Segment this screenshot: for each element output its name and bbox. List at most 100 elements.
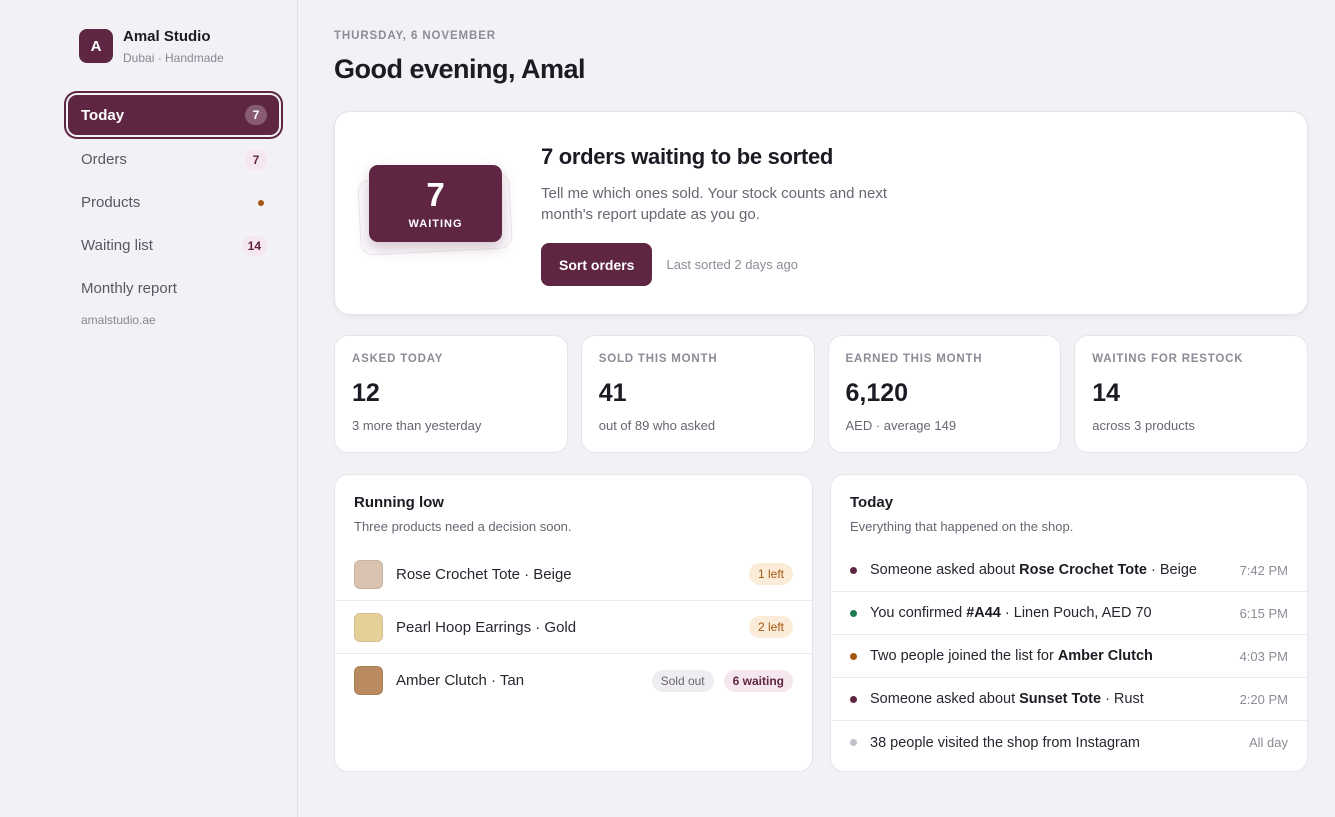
stat-card-earned-this-month: EARNED THIS MONTH 6,120 AED · average 14… xyxy=(827,335,1062,453)
activity-text-pre: Two people joined the list for xyxy=(870,648,1058,664)
waiting-count: 7 xyxy=(426,175,445,213)
page-title: Good evening, Amal xyxy=(334,54,586,84)
product-swatch xyxy=(354,559,383,589)
sidebar: A Amal Studio Dubai · Handmade Today 7 O… xyxy=(0,0,298,817)
activity-time: 4:03 PM xyxy=(1239,648,1288,664)
sidebar-count-badge: 7 xyxy=(245,105,267,125)
activity-item[interactable]: Two people joined the list for Amber Clu… xyxy=(831,635,1307,678)
orders-waiting-card: 7 WAITING 7 orders waiting to be sorted … xyxy=(334,111,1308,315)
activity-text: You confirmed #A44 · Linen Pouch, AED 70 xyxy=(870,605,1232,621)
stat-note: 3 more than yesterday xyxy=(352,418,482,433)
date-label: THURSDAY, 6 NOVEMBER xyxy=(334,30,496,42)
activity-time: All day xyxy=(1248,735,1288,750)
last-sorted-text: Last sorted 2 days ago xyxy=(666,257,798,272)
list-item[interactable]: Rose Crochet Tote · Beige 1 left xyxy=(335,548,812,601)
activity-time: 2:20 PM xyxy=(1239,691,1288,707)
attention-dot-icon xyxy=(258,199,264,206)
sidebar-item-waiting-list[interactable]: Waiting list 14 xyxy=(68,224,279,267)
stat-card-waiting-for-restock: WAITING FOR RESTOCK 14 across 3 products xyxy=(1074,335,1308,453)
activity-dot-icon xyxy=(850,739,857,746)
waiting-stack: 7 WAITING xyxy=(357,164,513,260)
activity-text-pre: 38 people visited the shop from Instagra… xyxy=(870,734,1141,751)
activity-text-post: · Rust xyxy=(1101,691,1144,707)
panel-subtitle: Everything that happened on the shop. xyxy=(850,519,1074,534)
activity-item[interactable]: Someone asked about Rose Crochet Tote · … xyxy=(831,549,1307,592)
activity-item[interactable]: 38 people visited the shop from Instagra… xyxy=(831,721,1307,764)
product-swatch xyxy=(354,666,383,695)
stat-label: WAITING FOR RESTOCK xyxy=(1092,353,1244,365)
hero-description: Tell me which ones sold. Your stock coun… xyxy=(541,185,888,223)
stat-label: EARNED THIS MONTH xyxy=(845,353,983,365)
activity-text-highlight: Amber Clutch xyxy=(1057,648,1153,664)
running-low-list: Rose Crochet Tote · Beige 1 left Pearl H… xyxy=(335,548,812,707)
brand-avatar: A xyxy=(79,29,113,63)
sidebar-item-label: Waiting list xyxy=(81,237,153,254)
activity-time: 6:15 PM xyxy=(1239,605,1288,621)
list-item[interactable]: Pearl Hoop Earrings · Gold 2 left xyxy=(335,601,812,654)
product-name: Pearl Hoop Earrings · Gold xyxy=(396,618,577,636)
panel-title: Running low xyxy=(354,494,444,511)
stat-value: 14 xyxy=(1092,379,1121,407)
waiting-label: WAITING xyxy=(408,217,463,230)
stat-card-asked-today: ASKED TODAY 12 3 more than yesterday xyxy=(334,335,568,453)
activity-text: 38 people visited the shop from Instagra… xyxy=(870,735,1241,751)
panels-row: Running low Three products need a decisi… xyxy=(334,474,1308,772)
panel-title: Today xyxy=(850,494,894,511)
brand: A Amal Studio Dubai · Handmade xyxy=(79,28,279,65)
activity-text: Someone asked about Sunset Tote · Rust xyxy=(870,691,1232,707)
product-name: Rose Crochet Tote · Beige xyxy=(396,565,572,583)
stats-row: ASKED TODAY 12 3 more than yesterday SOL… xyxy=(334,335,1308,453)
sold-out-badge: Sold out xyxy=(651,669,714,692)
activity-text-pre: You confirmed xyxy=(870,605,967,621)
activity-time: 7:42 PM xyxy=(1239,562,1288,578)
brand-subtitle: Dubai · Handmade xyxy=(123,51,224,65)
sidebar-count-badge: 14 xyxy=(241,235,267,256)
brand-name: Amal Studio xyxy=(123,28,211,45)
hero-title: 7 orders waiting to be sorted xyxy=(541,144,834,169)
waiting-count-badge: 6 waiting xyxy=(723,669,793,692)
sidebar-item-products[interactable]: Products xyxy=(68,181,279,224)
activity-text-pre: Someone asked about xyxy=(870,691,1020,707)
stock-left-badge: 2 left xyxy=(748,616,793,638)
activity-list: Someone asked about Rose Crochet Tote · … xyxy=(831,549,1307,764)
activity-text-post: · Linen Pouch, AED 70 xyxy=(1000,605,1152,621)
activity-dot-icon xyxy=(850,566,857,574)
stat-card-sold-this-month: SOLD THIS MONTH 41 out of 89 who asked xyxy=(580,335,815,453)
activity-text-pre: Someone asked about xyxy=(870,562,1020,578)
sidebar-item-orders[interactable]: Orders 7 xyxy=(68,138,279,181)
activity-text-post: · Beige xyxy=(1146,562,1197,578)
sidebar-item-label: Orders xyxy=(81,151,127,168)
activity-dot-icon xyxy=(850,695,857,703)
stat-value: 6,120 xyxy=(845,379,909,407)
main-content: THURSDAY, 6 NOVEMBER Good evening, Amal … xyxy=(298,0,1335,817)
sort-orders-button[interactable]: Sort orders xyxy=(541,243,653,286)
today-activity-panel: Today Everything that happened on the sh… xyxy=(830,474,1308,772)
waiting-count-card: 7 WAITING xyxy=(369,165,502,242)
sidebar-item-label: Monthly report xyxy=(81,280,177,297)
stock-left-badge: 1 left xyxy=(748,563,793,585)
activity-dot-icon xyxy=(850,609,857,617)
activity-text-highlight: #A44 xyxy=(966,605,1001,621)
sidebar-item-label: Products xyxy=(81,194,141,211)
product-swatch xyxy=(354,612,383,642)
sidebar-count-badge: 7 xyxy=(245,149,267,170)
activity-item[interactable]: You confirmed #A44 · Linen Pouch, AED 70… xyxy=(831,592,1307,635)
activity-text: Someone asked about Rose Crochet Tote · … xyxy=(870,562,1232,578)
stat-value: 12 xyxy=(352,379,380,407)
stat-label: ASKED TODAY xyxy=(352,353,444,365)
app: A Amal Studio Dubai · Handmade Today 7 O… xyxy=(0,0,1335,817)
stat-note: across 3 products xyxy=(1092,418,1195,433)
running-low-panel: Running low Three products need a decisi… xyxy=(334,474,813,772)
list-item[interactable]: Amber Clutch · Tan Sold out 6 waiting xyxy=(335,654,812,707)
stat-note: AED · average 149 xyxy=(845,418,957,433)
panel-subtitle: Three products need a decision soon. xyxy=(354,519,572,534)
sidebar-nav: Today 7 Orders 7 Products Waiting list 1… xyxy=(68,95,279,310)
activity-dot-icon xyxy=(850,652,857,660)
stat-label: SOLD THIS MONTH xyxy=(598,353,718,365)
activity-item[interactable]: Someone asked about Sunset Tote · Rust 2:… xyxy=(831,678,1307,721)
site-link[interactable]: amalstudio.ae xyxy=(81,313,279,327)
sidebar-item-label: Today xyxy=(81,106,125,124)
sidebar-item-monthly-report[interactable]: Monthly report xyxy=(68,267,279,310)
sidebar-item-today[interactable]: Today 7 xyxy=(68,95,279,135)
activity-text: Two people joined the list for Amber Clu… xyxy=(870,648,1232,664)
